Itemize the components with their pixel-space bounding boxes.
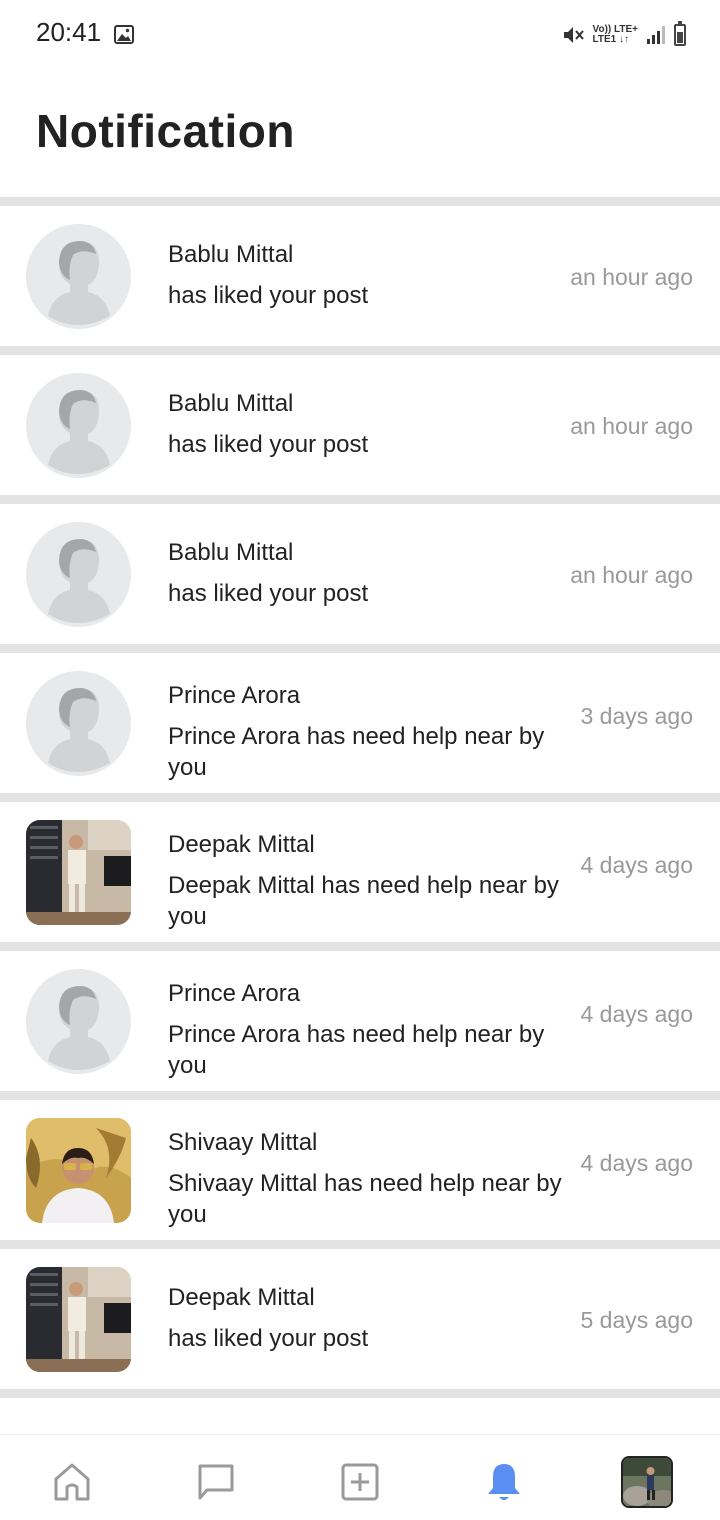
notification-message: has liked your post xyxy=(168,580,369,607)
notification-item[interactable]: Prince Arora Prince Arora has need help … xyxy=(0,951,720,1091)
network-indicator: Vo)) LTE+ LTE1 ↓↑ xyxy=(592,24,638,45)
divider xyxy=(0,197,720,206)
chat-icon xyxy=(198,1464,234,1500)
divider xyxy=(0,1389,720,1398)
notification-name: Prince Arora xyxy=(168,682,301,709)
notification-message: Prince Arora has need help near by you xyxy=(168,723,545,781)
notification-name: Prince Arora xyxy=(168,980,301,1007)
signal-icon xyxy=(647,26,665,44)
home-icon xyxy=(54,1463,90,1501)
divider xyxy=(0,1240,720,1249)
nav-add-post[interactable] xyxy=(333,1455,387,1509)
notification-item[interactable]: Prince Arora Prince Arora has need help … xyxy=(0,653,720,793)
notification-time: an hour ago xyxy=(570,562,693,588)
notification-message: has liked your post xyxy=(168,431,369,458)
avatar xyxy=(26,969,131,1074)
notification-time: 5 days ago xyxy=(580,1307,693,1333)
avatar xyxy=(26,373,131,478)
notification-message: has liked your post xyxy=(168,282,369,309)
notification-message: Prince Arora has need help near by you xyxy=(168,1021,545,1079)
gallery-icon xyxy=(114,25,134,44)
divider xyxy=(0,1091,720,1100)
notification-item[interactable]: Bablu Mittal has liked your post an hour… xyxy=(0,355,720,495)
nav-chat[interactable] xyxy=(189,1455,243,1509)
avatar xyxy=(26,1267,131,1372)
notification-item[interactable]: Deepak Mittal Deepak Mittal has need hel… xyxy=(0,802,720,942)
notification-item[interactable]: Bablu Mittal has liked your post an hour… xyxy=(0,206,720,346)
nav-notifications[interactable] xyxy=(477,1455,531,1509)
notification-list[interactable]: Bablu Mittal has liked your post an hour… xyxy=(0,197,720,1398)
nav-profile[interactable] xyxy=(620,1455,674,1509)
notification-message: has liked your post xyxy=(168,1325,369,1352)
notification-time: an hour ago xyxy=(570,264,693,290)
notification-name: Bablu Mittal xyxy=(168,539,294,566)
notification-time: 4 days ago xyxy=(580,1001,693,1027)
divider xyxy=(0,644,720,653)
mute-icon xyxy=(563,27,584,43)
notification-name: Deepak Mittal xyxy=(168,1284,315,1311)
nav-home[interactable] xyxy=(45,1455,99,1509)
divider xyxy=(0,942,720,951)
bottom-nav xyxy=(0,1434,720,1520)
notification-time: 4 days ago xyxy=(580,852,693,878)
notification-name: Bablu Mittal xyxy=(168,241,294,268)
bell-icon xyxy=(488,1464,520,1500)
divider xyxy=(0,495,720,504)
profile-avatar xyxy=(621,1456,673,1508)
notification-message: Shivaay Mittal has need help near by you xyxy=(168,1170,562,1228)
notification-name: Bablu Mittal xyxy=(168,390,294,417)
notification-time: an hour ago xyxy=(570,413,693,439)
avatar xyxy=(26,224,131,329)
notification-message: Deepak Mittal has need help near by you xyxy=(168,872,559,930)
avatar xyxy=(26,522,131,627)
notification-item[interactable]: Shivaay Mittal Shivaay Mittal has need h… xyxy=(0,1100,720,1240)
battery-icon xyxy=(674,21,686,46)
add-post-icon xyxy=(341,1463,379,1501)
avatar xyxy=(26,820,131,925)
notification-item[interactable]: Bablu Mittal has liked your post an hour… xyxy=(0,504,720,644)
avatar xyxy=(26,671,131,776)
status-bar: 20:41 Vo)) LTE+ LTE1 ↓↑ xyxy=(0,0,720,70)
status-icons: Vo)) LTE+ LTE1 ↓↑ xyxy=(563,20,686,50)
page-title: Notification xyxy=(36,105,295,157)
avatar xyxy=(26,1118,131,1223)
notification-item[interactable]: Deepak Mittal has liked your post 5 days… xyxy=(0,1249,720,1389)
status-time: 20:41 xyxy=(36,17,102,47)
notification-name: Deepak Mittal xyxy=(168,831,315,858)
divider xyxy=(0,346,720,355)
notification-time: 4 days ago xyxy=(580,1150,693,1176)
notification-name: Shivaay Mittal xyxy=(168,1129,318,1156)
notification-time: 3 days ago xyxy=(580,703,693,729)
divider xyxy=(0,793,720,802)
